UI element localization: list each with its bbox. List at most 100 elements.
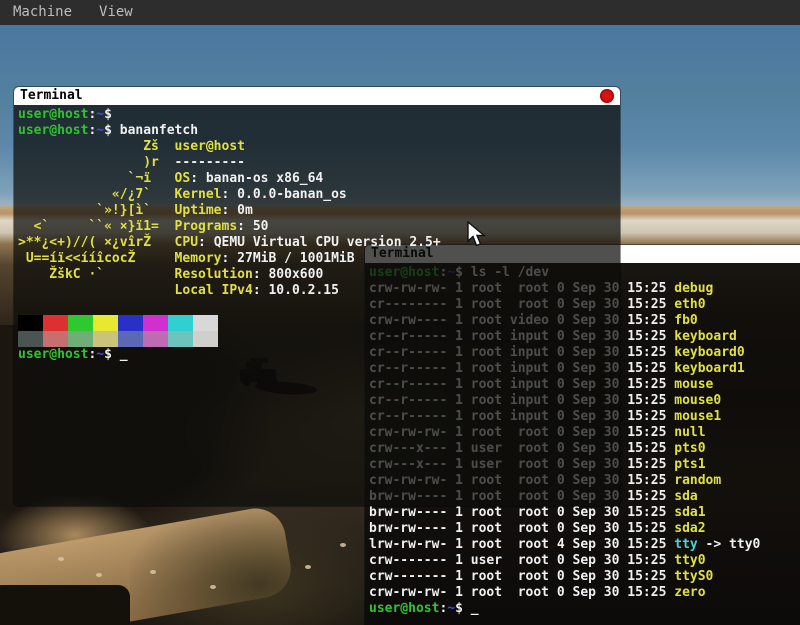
menu-item-view[interactable]: View [99,0,133,25]
screen: Machine View Terminal user@host:~$ ls -l… [0,0,800,625]
terminal-text: user@host [18,123,88,138]
terminal-line: ŽškC ·` Resolution: 800x600 [18,267,616,283]
terminal-text: `¬ï [18,171,175,186]
terminal-text: : [222,203,238,218]
terminal-text: user@host [18,107,88,122]
terminal-text: crw------- 1 user root 0 Sep 30 15:25 [369,553,674,568]
palette-block [43,315,68,331]
terminal-line: user@host:~$ bananfetch [18,123,616,139]
terminal1-title: Terminal [20,88,83,103]
terminal-text: -> tty0 [698,537,761,552]
terminal-text: : [253,283,269,298]
terminal-text: sda2 [674,521,705,536]
terminal-text: bananfetch [120,123,198,138]
wallpaper-dark-corner [0,585,130,625]
terminal-text: ttyS0 [674,569,713,584]
terminal-text: «/¿7` [18,187,175,202]
rock-speck [96,573,102,577]
terminal-line: user@host:~$ [18,107,616,123]
terminal-line: Zš user@host [18,139,616,155]
terminal-text: 10.0.2.15 [268,283,338,298]
terminal-text: eth0 [674,297,705,312]
terminal-text: mouse [674,377,713,392]
terminal-text: mouse1 [674,409,721,424]
terminal-text: Memory [175,251,222,266]
terminal-text: `»!}[ì` [18,203,175,218]
terminal-text: lrw-rw-rw- 1 root root 4 Sep 30 15:25 [369,537,674,552]
palette-block [168,331,193,347]
terminal-line: )r --------- [18,155,616,171]
terminal-text: keyboard1 [674,361,744,376]
palette-block [93,331,118,347]
terminal-text: mouse0 [674,393,721,408]
terminal-text: Kernel [175,187,222,202]
rock-speck [305,565,311,569]
terminal-line: >**¿<+)//( ×¿vîrŽ CPU: QEMU Virtual CPU … [18,235,616,251]
terminal-text: random [674,473,721,488]
terminal-text: <` ``« ×}ï1= [18,219,175,234]
terminal-text [18,283,175,298]
terminal-line: user@host:~$ _ [18,347,616,363]
terminal1-titlebar[interactable]: Terminal [14,87,620,105]
menubar: Machine View [0,0,800,25]
terminal-text: OS [175,171,191,186]
terminal-text: _ [471,601,479,616]
terminal-text: Zš [18,139,175,154]
terminal-text: user@host [369,601,439,616]
terminal-text: $ [104,347,120,362]
terminal-window-bananfetch: Terminal user@host:~$ user@host:~$ banan… [14,87,620,506]
terminal-text: 50 [253,219,269,234]
terminal1-body[interactable]: user@host:~$ user@host:~$ bananfetch Zš … [14,105,620,506]
terminal-text: 27MiB / 1001MiB [237,251,354,266]
palette-block [43,331,68,347]
rock-speck [150,570,156,574]
terminal-text: zero [674,585,705,600]
terminal-line: Local IPv4: 10.0.2.15 [18,283,616,299]
terminal-line: crw------- 1 root root 0 Sep 30 15:25 tt… [369,569,800,585]
wallpaper-olive-slope [130,505,390,625]
terminal-text [18,299,26,314]
terminal-text: : [237,219,253,234]
terminal-text: ~ [96,123,104,138]
palette-row [18,315,616,331]
terminal-line: user@host:~$ _ [369,601,800,617]
terminal-text: Programs [175,219,238,234]
terminal-text: brw-rw---- 1 root root 0 Sep 30 15:25 [369,505,674,520]
terminal-text: 0.0.0-banan_os [237,187,347,202]
terminal-text: : [222,187,238,202]
terminal-line: U==íï<<ííîcocŽ Memory: 27MiB / 1001MiB [18,251,616,267]
terminal-text: $ [104,107,120,122]
terminal-text: : [190,171,206,186]
palette-block [93,315,118,331]
terminal-line: brw-rw---- 1 root root 0 Sep 30 15:25 sd… [369,521,800,537]
palette-block [118,331,143,347]
terminal-text: Local IPv4 [175,283,253,298]
palette-block [143,315,168,331]
terminal-text: Uptime [175,203,222,218]
terminal-text: crw-rw-rw- 1 root root 0 Sep 30 15:25 [369,585,674,600]
terminal-text: )r [18,155,175,170]
terminal-text: crw------- 1 root root 0 Sep 30 15:25 [369,569,674,584]
terminal-line: crw------- 1 user root 0 Sep 30 15:25 tt… [369,553,800,569]
terminal-text: 800x600 [268,267,323,282]
terminal-text: tty [674,537,697,552]
terminal-text: sda [674,489,697,504]
terminal-text: pts1 [674,457,705,472]
terminal-line: brw-rw---- 1 root root 0 Sep 30 15:25 sd… [369,505,800,521]
terminal-text: ~ [447,601,455,616]
terminal-text: sda1 [674,505,705,520]
menu-item-machine[interactable]: Machine [13,0,72,25]
terminal-text: $ [455,601,471,616]
terminal-text: keyboard [674,329,737,344]
terminal-text: CPU [175,235,198,250]
terminal-line [18,299,616,315]
terminal-text: keyboard0 [674,345,744,360]
terminal-text: Resolution [175,267,253,282]
terminal-text: fb0 [674,313,697,328]
terminal-text: ŽškC ·` [18,267,175,282]
palette-block [68,331,93,347]
mouse-cursor-icon [467,221,487,249]
close-icon[interactable] [600,89,614,103]
palette-block [193,315,218,331]
terminal-line: crw-rw-rw- 1 root root 0 Sep 30 15:25 ze… [369,585,800,601]
